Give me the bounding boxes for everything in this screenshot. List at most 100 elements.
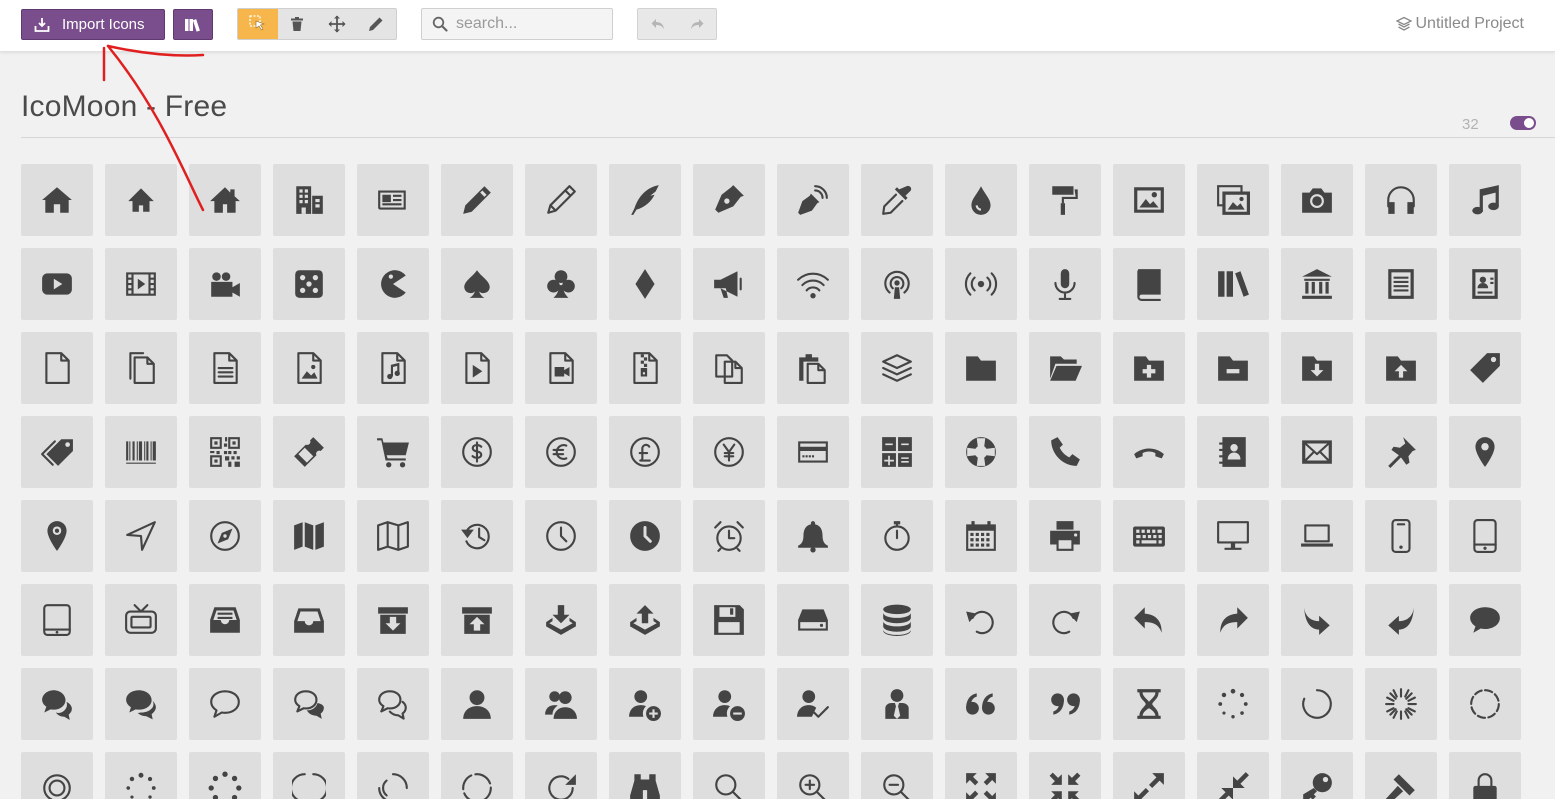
icon-cell[interactable] <box>21 752 93 799</box>
icon-cell[interactable] <box>525 584 597 656</box>
icon-cell[interactable] <box>1197 668 1269 740</box>
icon-cell[interactable] <box>21 584 93 656</box>
icon-cell[interactable] <box>1365 500 1437 572</box>
icon-cell[interactable] <box>189 668 261 740</box>
icon-cell[interactable] <box>609 668 681 740</box>
icon-cell[interactable] <box>1281 668 1353 740</box>
icon-cell[interactable] <box>21 500 93 572</box>
icon-cell[interactable] <box>441 248 513 320</box>
icon-cell[interactable] <box>525 500 597 572</box>
icon-cell[interactable] <box>525 668 597 740</box>
redo-button[interactable] <box>677 9 716 39</box>
icon-cell[interactable] <box>693 500 765 572</box>
icon-cell[interactable] <box>273 500 345 572</box>
icon-cell[interactable] <box>945 752 1017 799</box>
icon-cell[interactable] <box>1197 416 1269 488</box>
icon-cell[interactable] <box>1365 332 1437 404</box>
undo-button[interactable] <box>638 9 677 39</box>
icon-cell[interactable] <box>441 332 513 404</box>
icon-cell[interactable] <box>609 164 681 236</box>
icon-cell[interactable] <box>357 164 429 236</box>
icon-cell[interactable] <box>21 164 93 236</box>
icon-cell[interactable] <box>861 164 933 236</box>
icon-cell[interactable] <box>609 752 681 799</box>
delete-tool[interactable] <box>278 9 318 39</box>
icon-cell[interactable] <box>861 584 933 656</box>
icon-cell[interactable] <box>21 668 93 740</box>
icon-cell[interactable] <box>1281 584 1353 656</box>
icon-cell[interactable] <box>273 752 345 799</box>
select-tool[interactable] <box>238 9 278 39</box>
icon-cell[interactable] <box>609 332 681 404</box>
icon-cell[interactable] <box>945 584 1017 656</box>
icon-cell[interactable] <box>1197 248 1269 320</box>
icon-cell[interactable] <box>693 416 765 488</box>
icon-cell[interactable] <box>945 416 1017 488</box>
icon-cell[interactable] <box>441 164 513 236</box>
icon-cell[interactable] <box>1029 500 1101 572</box>
icon-cell[interactable] <box>1113 416 1185 488</box>
icon-cell[interactable] <box>357 248 429 320</box>
icon-cell[interactable] <box>1365 752 1437 799</box>
icon-cell[interactable] <box>357 500 429 572</box>
icon-cell[interactable] <box>525 752 597 799</box>
icon-cell[interactable] <box>273 584 345 656</box>
icon-cell[interactable] <box>1365 668 1437 740</box>
icon-cell[interactable] <box>1281 332 1353 404</box>
icon-cell[interactable] <box>1449 668 1521 740</box>
icon-cell[interactable] <box>1281 248 1353 320</box>
icon-cell[interactable] <box>777 416 849 488</box>
icon-cell[interactable] <box>189 332 261 404</box>
icon-cell[interactable] <box>525 332 597 404</box>
icon-cell[interactable] <box>1281 752 1353 799</box>
icon-cell[interactable] <box>21 416 93 488</box>
icon-cell[interactable] <box>609 500 681 572</box>
icon-cell[interactable] <box>1365 584 1437 656</box>
icon-cell[interactable] <box>441 752 513 799</box>
icon-cell[interactable] <box>189 500 261 572</box>
icon-cell[interactable] <box>1365 248 1437 320</box>
icon-cell[interactable] <box>861 668 933 740</box>
icon-cell[interactable] <box>1281 164 1353 236</box>
icon-cell[interactable] <box>861 332 933 404</box>
icon-cell[interactable] <box>105 752 177 799</box>
icon-cell[interactable] <box>1281 500 1353 572</box>
icon-cell[interactable] <box>1449 164 1521 236</box>
icon-cell[interactable] <box>189 752 261 799</box>
icon-cell[interactable] <box>1029 164 1101 236</box>
icon-set-toggle[interactable] <box>1510 116 1536 130</box>
icon-cell[interactable] <box>357 584 429 656</box>
icon-cell[interactable] <box>1197 752 1269 799</box>
icon-cell[interactable] <box>105 332 177 404</box>
icon-cell[interactable] <box>189 416 261 488</box>
icon-cell[interactable] <box>1365 164 1437 236</box>
icon-cell[interactable] <box>105 416 177 488</box>
import-icons-button[interactable]: Import Icons <box>21 9 165 40</box>
icon-cell[interactable] <box>1029 668 1101 740</box>
icon-cell[interactable] <box>21 248 93 320</box>
icon-cell[interactable] <box>777 164 849 236</box>
icon-cell[interactable] <box>1449 752 1521 799</box>
icon-cell[interactable] <box>1113 164 1185 236</box>
icon-cell[interactable] <box>945 668 1017 740</box>
icon-cell[interactable] <box>441 416 513 488</box>
icon-cell[interactable] <box>189 248 261 320</box>
icon-cell[interactable] <box>861 500 933 572</box>
icon-cell[interactable] <box>777 500 849 572</box>
icon-cell[interactable] <box>777 332 849 404</box>
icon-cell[interactable] <box>525 416 597 488</box>
icon-cell[interactable] <box>945 332 1017 404</box>
icon-cell[interactable] <box>945 248 1017 320</box>
icon-cell[interactable] <box>1197 500 1269 572</box>
edit-tool[interactable] <box>357 9 397 39</box>
icon-cell[interactable] <box>777 584 849 656</box>
icon-cell[interactable] <box>1365 416 1437 488</box>
icon-cell[interactable] <box>189 164 261 236</box>
icon-cell[interactable] <box>105 668 177 740</box>
icon-cell[interactable] <box>777 668 849 740</box>
icon-cell[interactable] <box>357 416 429 488</box>
icon-cell[interactable] <box>273 416 345 488</box>
icon-cell[interactable] <box>693 332 765 404</box>
icon-cell[interactable] <box>1449 584 1521 656</box>
icon-cell[interactable] <box>1029 248 1101 320</box>
